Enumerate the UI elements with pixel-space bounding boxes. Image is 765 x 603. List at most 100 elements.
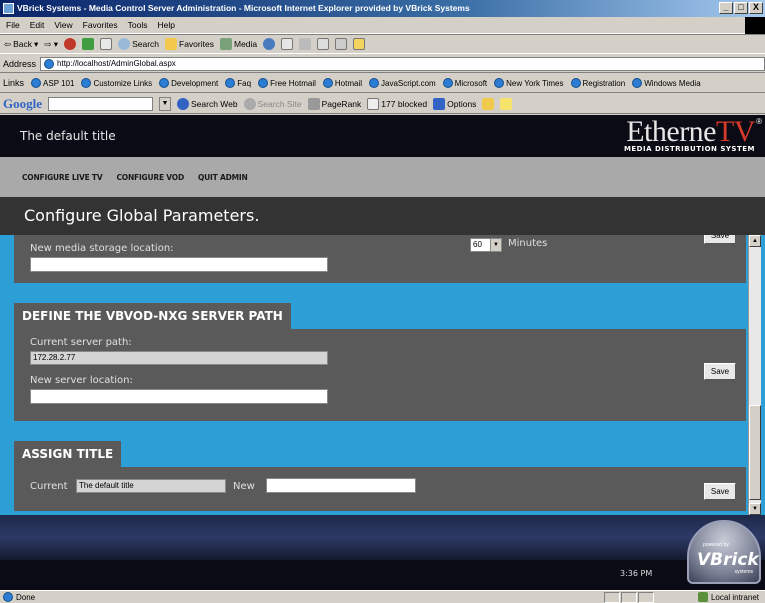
menu-favorites[interactable]: Favorites <box>83 20 118 30</box>
scroll-down-icon[interactable]: ▼ <box>749 503 761 515</box>
scroll-up-icon[interactable]: ▲ <box>749 235 761 247</box>
history-button[interactable] <box>263 38 276 50</box>
save-server-path-button[interactable]: Save <box>704 363 736 380</box>
ie-link-icon <box>369 78 379 88</box>
link-microsoft[interactable]: Microsoft <box>442 78 488 88</box>
media-button[interactable]: Media <box>219 38 257 50</box>
link-windows-media[interactable]: Windows Media <box>632 78 701 88</box>
google-dropdown-icon[interactable]: ▼ <box>159 96 171 111</box>
ie-link-icon <box>322 78 333 88</box>
menu-tools[interactable]: Tools <box>128 20 148 30</box>
server-path-panel: Current server path: 172.28.2.77 New ser… <box>14 329 746 421</box>
link-development[interactable]: Development <box>159 78 218 88</box>
forward-button[interactable]: ⇨ ▾ <box>44 39 58 50</box>
google-search-web-button[interactable]: Search Web <box>177 97 238 110</box>
refresh-button[interactable] <box>82 38 95 50</box>
link-registration[interactable]: Registration <box>570 78 625 88</box>
footer-decoration <box>0 515 765 560</box>
search-label: Search <box>132 39 160 49</box>
popup-blocker-icon <box>367 97 380 110</box>
back-arrow-icon: ⇦ <box>4 38 12 49</box>
binoculars-icon <box>177 97 189 110</box>
ie-link-icon <box>632 78 643 88</box>
window-title: VBrick Systems - Media Control Server Ad… <box>17 3 470 13</box>
search-button[interactable]: Search <box>118 38 159 50</box>
favorites-button[interactable]: Favorites <box>165 38 214 50</box>
print-button[interactable] <box>299 38 312 50</box>
intranet-icon <box>697 592 708 602</box>
interval-unit: Minutes <box>508 238 548 249</box>
back-dropdown-icon[interactable]: ▾ <box>34 39 38 50</box>
page-status-icon <box>3 592 13 602</box>
vbrick-powered: powered by <box>703 542 729 548</box>
page-icon <box>44 58 55 69</box>
save-storage-button[interactable]: Save <box>704 235 736 244</box>
messenger-button[interactable] <box>353 38 366 50</box>
messenger-icon <box>353 38 366 50</box>
ie-link-icon <box>225 78 236 88</box>
save-title-button[interactable]: Save <box>704 483 736 500</box>
new-server-location-input[interactable] <box>30 389 328 404</box>
menu-edit[interactable]: Edit <box>30 20 45 30</box>
close-button[interactable]: X <box>749 2 763 14</box>
link-javascript[interactable]: JavaScript.com <box>369 78 436 88</box>
interval-value: 60 <box>473 240 482 249</box>
edit-icon <box>317 38 330 50</box>
google-highlight-button[interactable] <box>500 97 513 110</box>
scroll-thumb[interactable] <box>749 405 761 500</box>
link-label: Windows Media <box>644 78 701 88</box>
page-title: Configure Global Parameters. <box>24 206 260 225</box>
stop-icon <box>64 38 77 50</box>
edit-button[interactable] <box>317 38 330 50</box>
google-logo[interactable]: Google <box>3 96 42 112</box>
google-search-site-button[interactable]: Search Site <box>243 97 302 110</box>
ie-link-icon <box>258 78 269 88</box>
back-button[interactable]: ⇦ Back ▾ <box>4 39 38 50</box>
nav-configure-live-tv[interactable]: CONFIGURE LIVE TV <box>22 173 103 182</box>
nav-configure-vod[interactable]: CONFIGURE VOD <box>116 173 184 182</box>
address-input[interactable]: http://localhost/AdminGlobal.aspx <box>40 56 765 71</box>
vbrick-systems: systems <box>734 569 753 575</box>
interval-select[interactable]: 60 ▼ <box>470 238 502 252</box>
minimize-button[interactable]: _ <box>719 2 733 14</box>
brand-tv: TV <box>716 115 756 148</box>
popup-blocker-button[interactable]: 177 blocked <box>367 97 427 110</box>
config-header: Configure Global Parameters. <box>0 197 765 235</box>
vertical-scrollbar[interactable]: ▲ ▼ <box>748 235 761 515</box>
link-label: Microsoft <box>454 78 488 88</box>
google-search-input[interactable] <box>48 96 153 111</box>
settings-scroll-area[interactable]: New media storage location: 60 ▼ Minutes… <box>0 235 765 515</box>
pagerank-button[interactable]: PageRank <box>307 97 361 110</box>
window-titlebar: VBrick Systems - Media Control Server Ad… <box>0 0 765 17</box>
google-toolbar: Google ▼ Search Web Search Site PageRank… <box>0 94 765 114</box>
link-hotmail[interactable]: Hotmail <box>322 78 362 88</box>
link-customize[interactable]: Customize Links <box>81 78 152 88</box>
link-nytimes[interactable]: New York Times <box>494 78 564 88</box>
page-content: The default title EtherneTV MEDIA DISTRI… <box>0 115 765 590</box>
nav-quit-admin[interactable]: QUIT ADMIN <box>198 173 248 182</box>
discuss-button[interactable] <box>335 38 348 50</box>
forward-arrow-icon: ⇨ ▾ <box>44 38 59 49</box>
options-icon <box>433 97 446 110</box>
current-server-path-label: Current server path: <box>30 337 132 348</box>
pagerank-icon <box>307 97 320 110</box>
link-free-hotmail[interactable]: Free Hotmail <box>258 78 316 88</box>
menu-view[interactable]: View <box>54 20 72 30</box>
home-button[interactable] <box>100 38 113 50</box>
storage-location-input[interactable] <box>30 257 328 272</box>
google-folder-button[interactable] <box>482 97 495 110</box>
mail-button[interactable] <box>281 38 294 50</box>
new-title-input[interactable] <box>266 478 416 493</box>
search-site-label: Search Site <box>257 98 302 109</box>
link-asp101[interactable]: ASP 101 <box>31 78 74 88</box>
maximize-button[interactable]: □ <box>734 2 748 14</box>
menu-help[interactable]: Help <box>157 20 174 30</box>
menu-file[interactable]: File <box>6 20 20 30</box>
link-label: Customize Links <box>93 78 153 88</box>
link-label: JavaScript.com <box>381 78 436 88</box>
vbrick-logo: powered by VBrick systems <box>687 520 761 584</box>
menu-bar: File Edit View Favorites Tools Help <box>0 17 765 34</box>
stop-button[interactable] <box>64 38 77 50</box>
google-options-button[interactable]: Options <box>433 97 476 110</box>
link-faq[interactable]: Faq <box>225 78 251 88</box>
